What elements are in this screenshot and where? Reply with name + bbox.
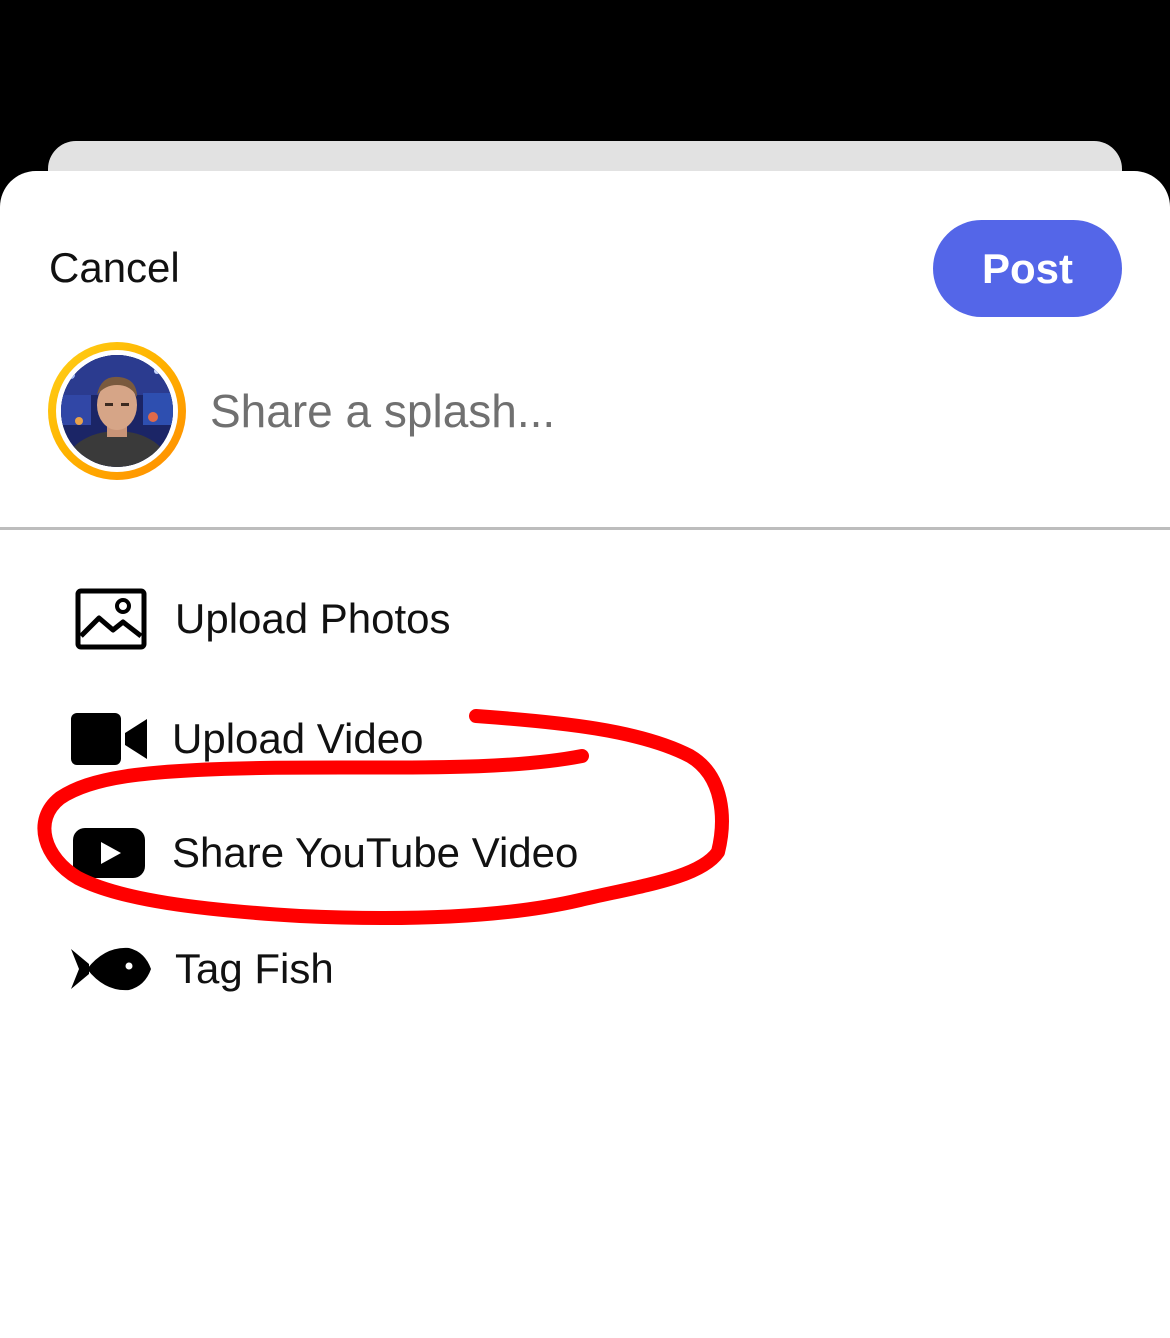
avatar[interactable] [48,342,186,480]
tag-fish-button[interactable]: Tag Fish [60,928,760,1008]
upload-video-button[interactable]: Upload Video [60,698,760,778]
video-camera-icon [71,713,147,765]
upload-photos-label: Upload Photos [175,595,451,642]
youtube-icon [73,828,145,878]
share-youtube-video-button[interactable]: Share YouTube Video [60,812,760,892]
share-youtube-video-label: Share YouTube Video [172,829,579,876]
upload-photos-button[interactable]: Upload Photos [60,578,760,658]
avatar-border [56,350,178,472]
fish-icon [71,947,151,991]
upload-video-label: Upload Video [172,715,424,762]
tag-fish-label: Tag Fish [175,945,334,992]
divider [0,527,1170,530]
image-icon [75,588,147,650]
user-photo-icon [61,355,173,467]
post-button[interactable]: Post [933,220,1122,317]
cancel-button[interactable]: Cancel [49,242,180,294]
avatar-photo [61,355,173,467]
post-text-input[interactable] [210,380,910,442]
